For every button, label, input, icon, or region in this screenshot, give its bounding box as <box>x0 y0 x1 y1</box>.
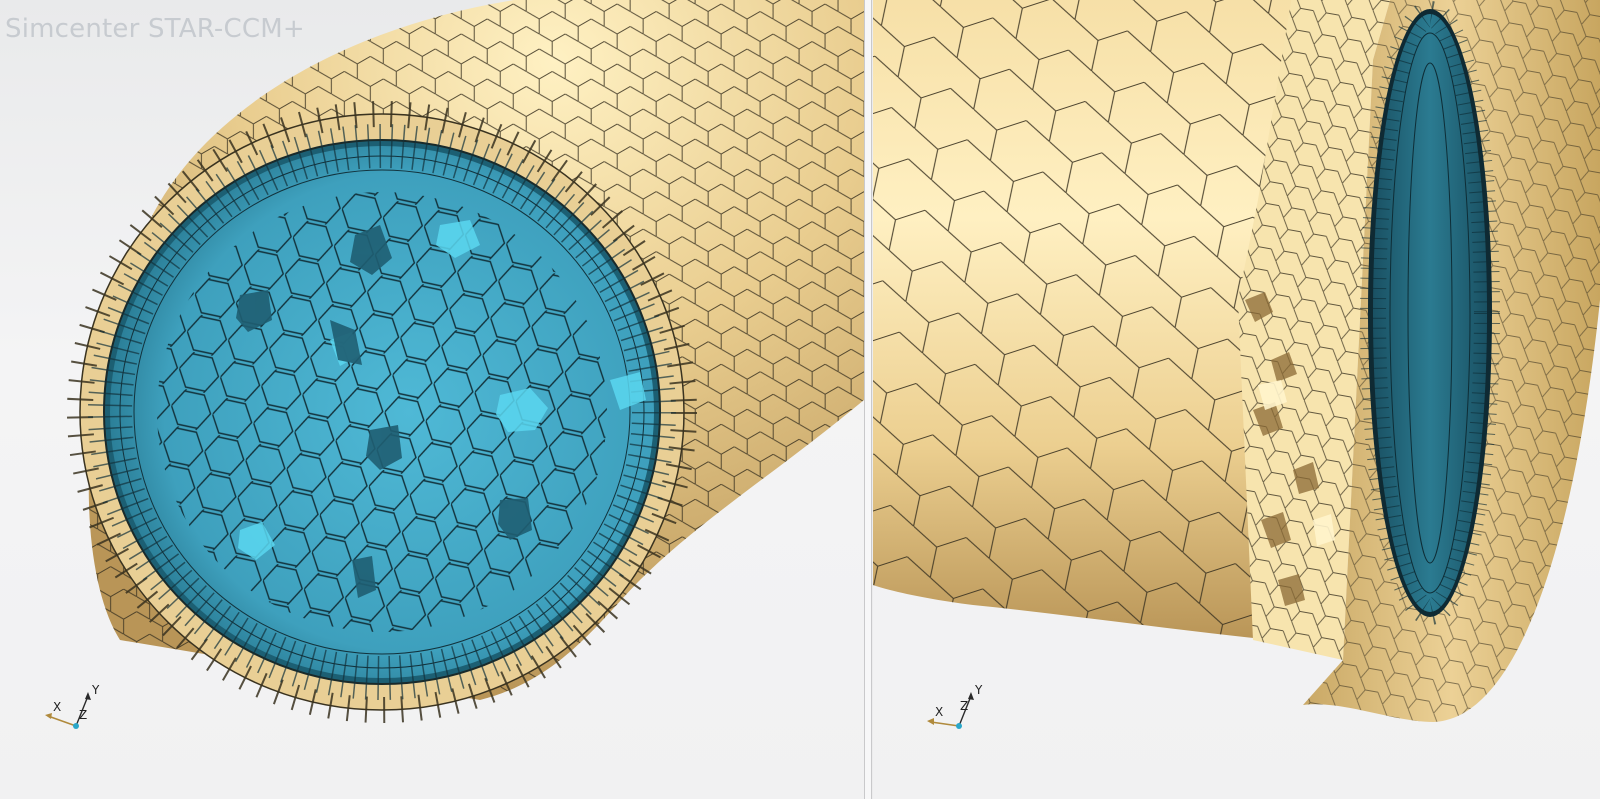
mesh-scene-right <box>873 0 1600 722</box>
axis-y-label: Y <box>974 683 983 697</box>
axis-triad-icon: X Y Z <box>927 683 983 729</box>
axis-z-label: Z <box>79 708 87 722</box>
mesh-scene-left <box>67 0 864 723</box>
graphics-viewport-left[interactable]: Simcenter STAR-CCM+ X Y Z <box>0 0 864 799</box>
axis-x-label: X <box>53 700 61 714</box>
axis-y-label: Y <box>91 683 100 697</box>
axis-triad-icon: X Y Z <box>45 683 100 729</box>
axis-x-label: X <box>935 705 943 719</box>
axis-z-label: Z <box>960 699 968 713</box>
axis-triad-left[interactable]: X Y Z <box>40 682 110 740</box>
axis-triad-right[interactable]: X Y Z <box>923 682 993 740</box>
graphics-viewport-right[interactable]: X Y Z <box>873 0 1600 799</box>
viewport-splitter[interactable] <box>864 0 873 799</box>
app-title: Simcenter STAR-CCM+ <box>5 14 305 44</box>
